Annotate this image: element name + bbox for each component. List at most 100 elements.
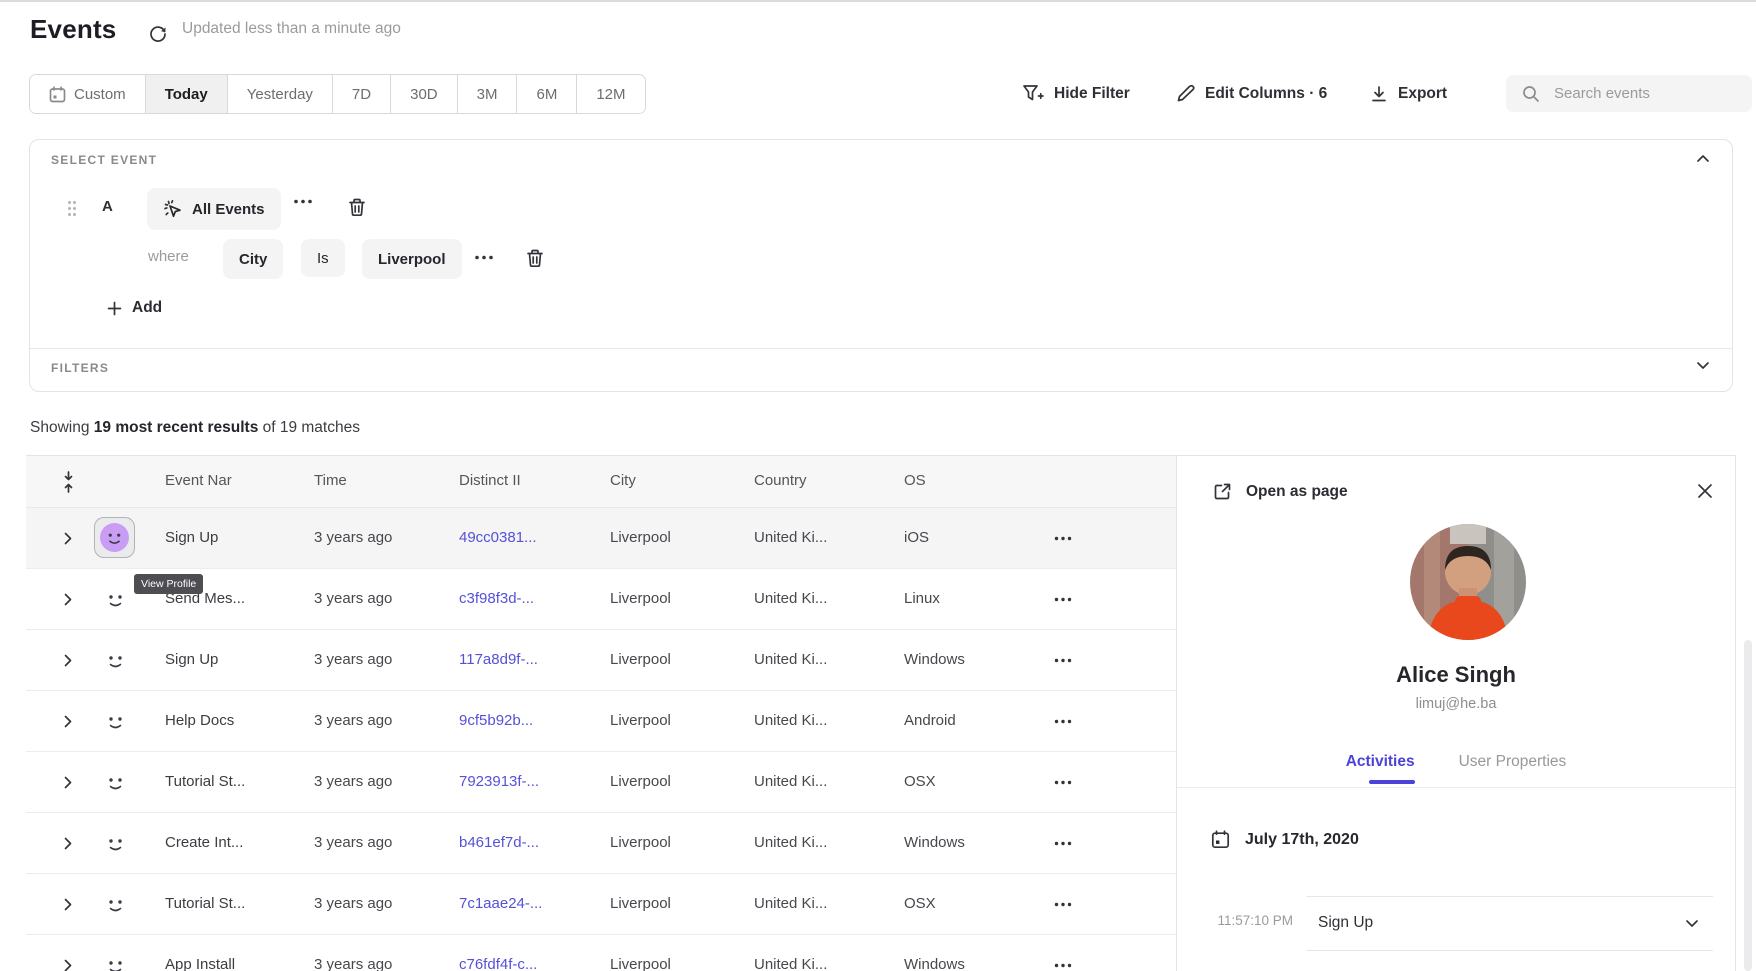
expand-row-chevron-icon[interactable] xyxy=(64,715,72,728)
distinct-id-link[interactable]: 7c1aae24-... xyxy=(459,895,594,912)
refresh-button[interactable] xyxy=(148,23,168,43)
column-header[interactable]: OS xyxy=(904,472,926,489)
table-row[interactable]: App Install 3 years ago c76fdf4f-c... Li… xyxy=(26,935,1176,971)
expand-row-chevron-icon[interactable] xyxy=(64,959,72,971)
scrollbar-thumb[interactable] xyxy=(1744,640,1752,971)
delete-filter-trash-icon[interactable] xyxy=(526,249,544,268)
date-range-tab-today[interactable]: Today xyxy=(146,75,228,113)
os-cell: Windows xyxy=(904,651,1024,668)
os-cell: OSX xyxy=(904,773,1024,790)
expand-row-chevron-icon[interactable] xyxy=(64,837,72,850)
distinct-id-link[interactable]: 7923913f-... xyxy=(459,773,594,790)
row-menu-ellipsis-icon[interactable] xyxy=(1054,902,1072,907)
table-row[interactable]: Sign Up 3 years ago 117a8d9f-... Liverpo… xyxy=(26,630,1176,691)
date-range-tab-custom[interactable]: Custom xyxy=(30,75,146,113)
city-cell: Liverpool xyxy=(610,834,740,851)
city-cell: Liverpool xyxy=(610,773,740,790)
table-row[interactable]: Tutorial St... 3 years ago 7923913f-... … xyxy=(26,752,1176,813)
open-as-page-button[interactable]: Open as page xyxy=(1213,482,1348,501)
distinct-id-link[interactable]: b461ef7d-... xyxy=(459,834,594,851)
distinct-id-link[interactable]: c3f98f3d-... xyxy=(459,590,594,607)
table-row[interactable]: Tutorial St... 3 years ago 7c1aae24-... … xyxy=(26,874,1176,935)
delete-clause-trash-icon[interactable] xyxy=(348,198,366,217)
row-menu-ellipsis-icon[interactable] xyxy=(1054,780,1072,785)
city-cell: Liverpool xyxy=(610,590,740,607)
date-range-tab-30d[interactable]: 30D xyxy=(391,75,458,113)
user-avatar[interactable] xyxy=(94,517,135,558)
expand-row-chevron-icon[interactable] xyxy=(64,593,72,606)
date-range-tab-7d[interactable]: 7D xyxy=(333,75,391,113)
profile-panel: Open as page Alice Singh limuj@he.ba Act… xyxy=(1176,455,1736,971)
profile-tab-activities[interactable]: Activities xyxy=(1346,753,1415,771)
add-event-button[interactable]: Add xyxy=(107,293,162,323)
activity-event-dropdown[interactable]: Sign Up xyxy=(1306,896,1713,951)
date-range-tab-12m[interactable]: 12M xyxy=(577,75,644,113)
expand-row-chevron-icon[interactable] xyxy=(64,776,72,789)
event-name-cell: Create Int... xyxy=(165,834,300,851)
export-button[interactable]: Export xyxy=(1370,75,1447,112)
country-cell: United Ki... xyxy=(754,712,884,729)
row-menu-ellipsis-icon[interactable] xyxy=(1054,597,1072,602)
user-avatar[interactable] xyxy=(100,584,131,615)
row-menu-ellipsis-icon[interactable] xyxy=(1054,841,1072,846)
expand-filters-button[interactable] xyxy=(1696,361,1710,370)
column-header[interactable]: Country xyxy=(754,472,807,489)
city-cell: Liverpool xyxy=(610,651,740,668)
column-header[interactable]: City xyxy=(610,472,636,489)
activity-timestamp: 11:57:10 PM xyxy=(1197,913,1293,928)
time-cell: 3 years ago xyxy=(314,895,444,912)
date-range-tab-6m[interactable]: 6M xyxy=(517,75,577,113)
column-header[interactable]: Distinct II xyxy=(459,472,521,489)
row-menu-ellipsis-icon[interactable] xyxy=(1054,536,1072,541)
hide-filter-button[interactable]: Hide Filter xyxy=(1022,75,1130,112)
collapse-rows-icon[interactable] xyxy=(62,471,75,493)
date-range-tab-yesterday[interactable]: Yesterday xyxy=(228,75,333,113)
page-title: Events xyxy=(30,14,116,45)
user-avatar[interactable] xyxy=(100,950,131,971)
filter-menu-ellipsis-icon[interactable] xyxy=(474,255,494,260)
user-avatar[interactable] xyxy=(100,645,131,676)
distinct-id-link[interactable]: 49cc0381... xyxy=(459,529,594,546)
row-menu-ellipsis-icon[interactable] xyxy=(1054,963,1072,968)
date-range-tabs: Custom Today Yesterday 7D 30D xyxy=(29,74,646,114)
profile-tab-user-properties[interactable]: User Properties xyxy=(1459,753,1567,771)
panel-divider xyxy=(1177,787,1735,788)
edit-columns-button[interactable]: Edit Columns · 6 xyxy=(1176,75,1327,112)
column-header[interactable]: Time xyxy=(314,472,347,489)
search-input[interactable] xyxy=(1552,84,1736,103)
drag-handle-icon[interactable] xyxy=(67,200,77,217)
close-icon[interactable] xyxy=(1697,483,1713,499)
filter-property-chip[interactable]: City xyxy=(223,239,283,279)
query-builder-card: SELECT EVENT A All Events where xyxy=(29,139,1733,392)
event-selector-chip[interactable]: All Events xyxy=(147,188,281,230)
distinct-id-link[interactable]: 117a8d9f-... xyxy=(459,651,594,668)
row-menu-ellipsis-icon[interactable] xyxy=(1054,719,1072,724)
card-divider xyxy=(30,348,1732,349)
table-row[interactable]: Help Docs 3 years ago 9cf5b92b... Liverp… xyxy=(26,691,1176,752)
search-box[interactable] xyxy=(1506,75,1752,112)
user-avatar[interactable] xyxy=(100,706,131,737)
table-row[interactable]: Sign Up 3 years ago 49cc0381... Liverpoo… xyxy=(26,508,1176,569)
row-menu-ellipsis-icon[interactable] xyxy=(1054,658,1072,663)
table-row[interactable]: Create Int... 3 years ago b461ef7d-... L… xyxy=(26,813,1176,874)
column-header[interactable]: Event Nar xyxy=(165,472,232,489)
city-cell: Liverpool xyxy=(610,895,740,912)
user-avatar[interactable] xyxy=(100,828,131,859)
filter-operator-chip[interactable]: Is xyxy=(301,239,345,277)
download-icon xyxy=(1370,85,1388,103)
user-avatar[interactable] xyxy=(100,767,131,798)
search-icon xyxy=(1522,85,1540,103)
event-name-cell: Sign Up xyxy=(165,529,300,546)
distinct-id-link[interactable]: c76fdf4f-c... xyxy=(459,956,594,971)
distinct-id-link[interactable]: 9cf5b92b... xyxy=(459,712,594,729)
expand-row-chevron-icon[interactable] xyxy=(64,898,72,911)
clause-menu-ellipsis-icon[interactable] xyxy=(293,199,313,204)
filter-value-chip[interactable]: Liverpool xyxy=(362,239,462,279)
expand-row-chevron-icon[interactable] xyxy=(64,654,72,667)
select-event-label: SELECT EVENT xyxy=(51,153,157,167)
expand-row-chevron-icon[interactable] xyxy=(64,532,72,545)
collapse-section-button[interactable] xyxy=(1696,154,1710,163)
table-header-row: Event Nar Time Distinct II City Country OS xyxy=(26,455,1176,508)
user-avatar[interactable] xyxy=(100,889,131,920)
date-range-tab-3m[interactable]: 3M xyxy=(458,75,518,113)
